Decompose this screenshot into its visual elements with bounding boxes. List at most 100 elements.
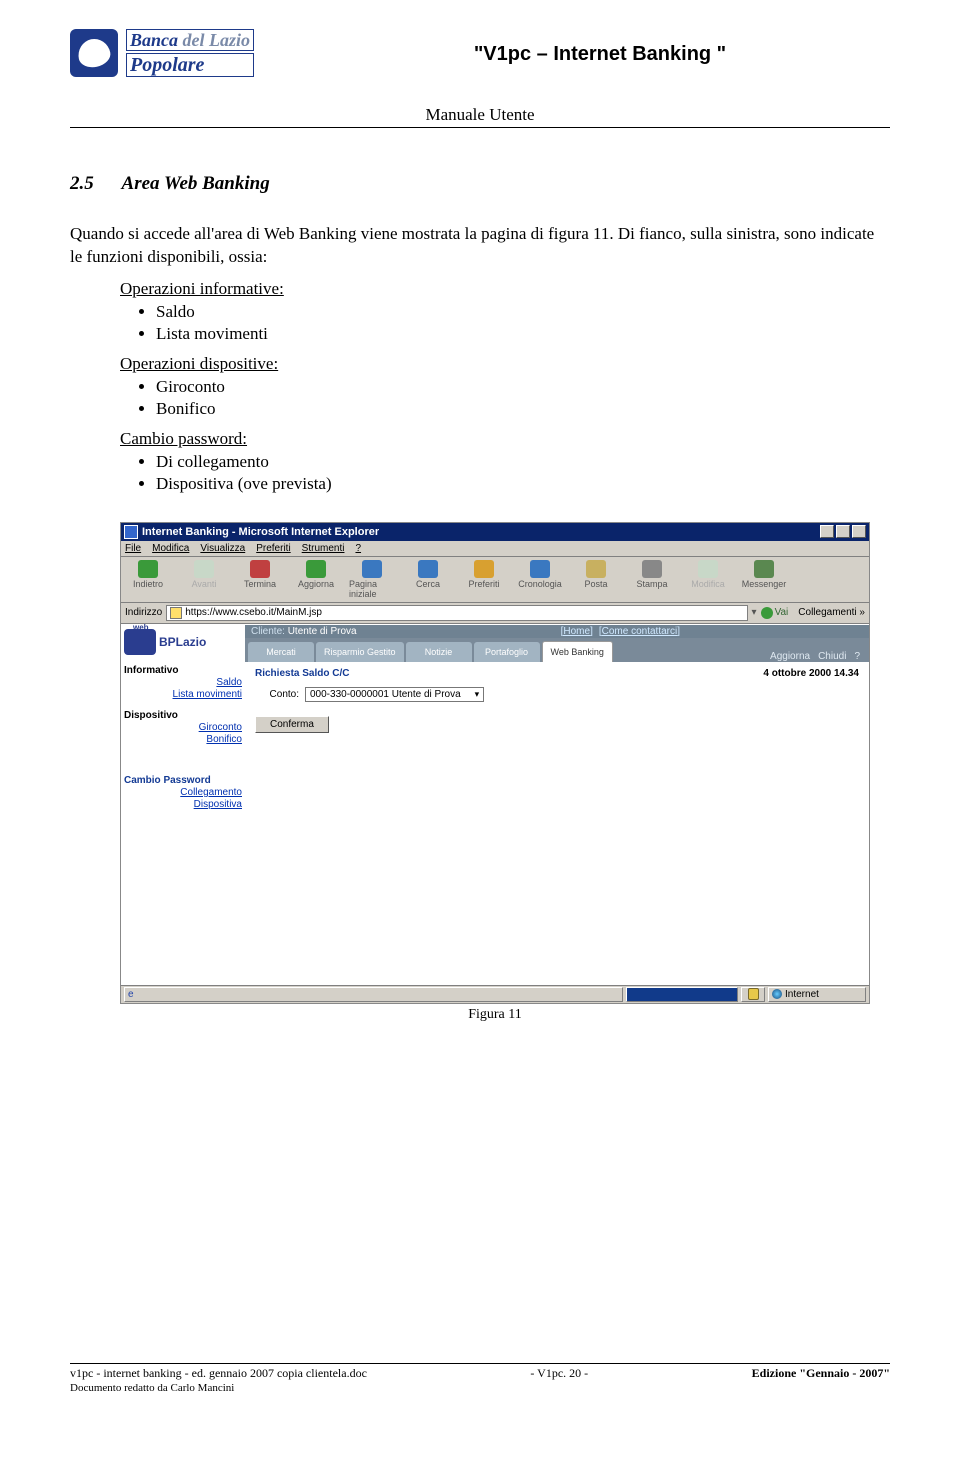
brand-logo: BPLazio (124, 629, 242, 655)
page-footer: v1pc - internet banking - ed. gennaio 20… (70, 1363, 890, 1394)
main-panel: Cliente: Utente di Prova [Home] [Come co… (245, 625, 869, 985)
go-button[interactable]: Vai (761, 607, 789, 619)
done-icon: e (128, 989, 134, 1000)
globe-icon (772, 989, 782, 999)
menu-view[interactable]: Visualizza (200, 543, 245, 554)
close-button[interactable] (852, 525, 866, 538)
side-link-lista[interactable]: Lista movimenti (124, 689, 242, 700)
footer-author: Documento redatto da Carlo Mancini (70, 1382, 890, 1394)
footer-left: v1pc - internet banking - ed. gennaio 20… (70, 1366, 367, 1381)
toolbar-termina[interactable]: Termina (237, 560, 283, 599)
tab-mercati[interactable]: Mercati (248, 642, 314, 662)
ie-toolbar: Indietro Avanti Termina Aggiorna Pagina iniz… (121, 557, 869, 603)
tab-risparmio[interactable]: Risparmio Gestito (316, 642, 404, 662)
messenger-icon (754, 560, 774, 578)
group2-list: Giroconto Bonifico (130, 377, 890, 419)
client-strip: Cliente: Utente di Prova [Home] [Come co… (245, 625, 869, 638)
action-aggiorna[interactable]: Aggiorna (770, 651, 810, 662)
bank-logo-icon (70, 29, 118, 77)
termina-icon (250, 560, 270, 578)
side-link-dispo[interactable]: Dispositiva (124, 799, 242, 810)
menu-help[interactable]: ? (355, 543, 361, 554)
posta-icon (586, 560, 606, 578)
avanti-icon (194, 560, 214, 578)
bank-logo: Banca del Lazio Popolare (70, 25, 300, 80)
ie-content: BPLazio Informativo Saldo Lista moviment… (121, 624, 869, 985)
pagina-iniziale-icon (362, 560, 382, 578)
conto-label: Conto: (255, 689, 299, 700)
action-chiudi[interactable]: Chiudi (818, 651, 846, 662)
side-hdr-informativo: Informativo (124, 665, 242, 676)
ie-icon (124, 525, 138, 539)
progress-cell (626, 987, 738, 1002)
figure-caption: Figura 11 (120, 1007, 870, 1023)
toolbar-cerca[interactable]: Cerca (405, 560, 451, 599)
ie-addressbar: Indirizzo https://www.csebo.it/MainM.jsp… (121, 603, 869, 624)
client-label: Cliente: (251, 626, 285, 637)
home-link[interactable]: [Home] (561, 626, 593, 637)
ie-menubar: File Modifica Visualizza Preferiti Strum… (121, 541, 869, 557)
indietro-icon (138, 560, 158, 578)
conto-select[interactable]: 000-330-0000001 Utente di Prova (305, 687, 484, 702)
doc-subtitle: Manuale Utente (70, 105, 890, 125)
toolbar-posta[interactable]: Posta (573, 560, 619, 599)
toolbar-stampa[interactable]: Stampa (629, 560, 675, 599)
main-form: Richiesta Saldo C/C 4 ottobre 2000 14.34… (245, 662, 869, 739)
doc-header: Banca del Lazio Popolare "V1pc – Interne… (70, 25, 890, 80)
toolbar-avanti: Avanti (181, 560, 227, 599)
links-button[interactable]: Collegamenti » (798, 607, 865, 618)
form-datetime: 4 ottobre 2000 14.34 (763, 668, 859, 679)
menu-edit[interactable]: Modifica (152, 543, 189, 554)
window-title-text: Internet Banking - Microsoft Internet Ex… (142, 526, 379, 538)
group1-list: Saldo Lista movimenti (130, 302, 890, 344)
toolbar-pagina-iniziale[interactable]: Pagina iniziale (349, 560, 395, 599)
side-link-colleg[interactable]: Collegamento (124, 787, 242, 798)
group3-list: Di collegamento Dispositiva (ove previst… (130, 452, 890, 494)
figure-11: Internet Banking - Microsoft Internet Ex… (120, 522, 870, 1023)
menu-fav[interactable]: Preferiti (256, 543, 290, 554)
list-item: Saldo (156, 302, 890, 322)
toolbar-messenger[interactable]: Messenger (741, 560, 787, 599)
ie-statusbar: e Internet (121, 985, 869, 1003)
minimize-button[interactable] (820, 525, 834, 538)
lock-icon (748, 988, 759, 1000)
group2-label: Operazioni dispositive: (120, 354, 890, 374)
section-heading: 2.5 Area Web Banking (70, 173, 890, 195)
tab-portafoglio[interactable]: Portafoglio (474, 642, 540, 662)
side-link-giroconto[interactable]: Giroconto (124, 722, 242, 733)
tab-notizie[interactable]: Notizie (406, 642, 472, 662)
section-number: 2.5 (70, 173, 94, 194)
contact-link[interactable]: [Come contattarci] (599, 626, 680, 637)
group1-label: Operazioni informative: (120, 279, 890, 299)
address-label: Indirizzo (125, 607, 162, 618)
logo-text-1b: del Lazio (183, 30, 251, 50)
footer-center: - V1pc. 20 - (530, 1366, 588, 1381)
side-link-saldo[interactable]: Saldo (124, 677, 242, 688)
form-title: Richiesta Saldo C/C (255, 668, 349, 679)
tab-bar: Mercati Risparmio Gestito Notizie Portaf… (245, 638, 869, 662)
go-icon (761, 607, 773, 619)
footer-right: Edizione "Gennaio - 2007" (752, 1366, 890, 1381)
menu-tools[interactable]: Strumenti (302, 543, 345, 554)
address-url: https://www.csebo.it/MainM.jsp (185, 607, 322, 618)
action-help[interactable]: ? (854, 651, 860, 662)
toolbar-indietro[interactable]: Indietro (125, 560, 171, 599)
list-item: Bonifico (156, 399, 890, 419)
toolbar-cronologia[interactable]: Cronologia (517, 560, 563, 599)
list-item: Lista movimenti (156, 324, 890, 344)
section-title: Area Web Banking (122, 173, 270, 194)
ie-titlebar: Internet Banking - Microsoft Internet Ex… (121, 523, 869, 541)
conferma-button[interactable]: Conferma (255, 716, 329, 733)
tab-webbanking[interactable]: Web Banking (542, 641, 613, 662)
aggiorna-icon (306, 560, 326, 578)
list-item: Dispositiva (ove prevista) (156, 474, 890, 494)
sidebar: BPLazio Informativo Saldo Lista moviment… (121, 625, 245, 985)
divider (70, 127, 890, 128)
address-field[interactable]: https://www.csebo.it/MainM.jsp (166, 605, 747, 621)
paragraph-1: Quando si accede all'area di Web Banking… (70, 223, 890, 269)
toolbar-aggiorna[interactable]: Aggiorna (293, 560, 339, 599)
side-link-bonifico[interactable]: Bonifico (124, 734, 242, 745)
maximize-button[interactable] (836, 525, 850, 538)
menu-file[interactable]: File (125, 543, 141, 554)
toolbar-preferiti[interactable]: Preferiti (461, 560, 507, 599)
